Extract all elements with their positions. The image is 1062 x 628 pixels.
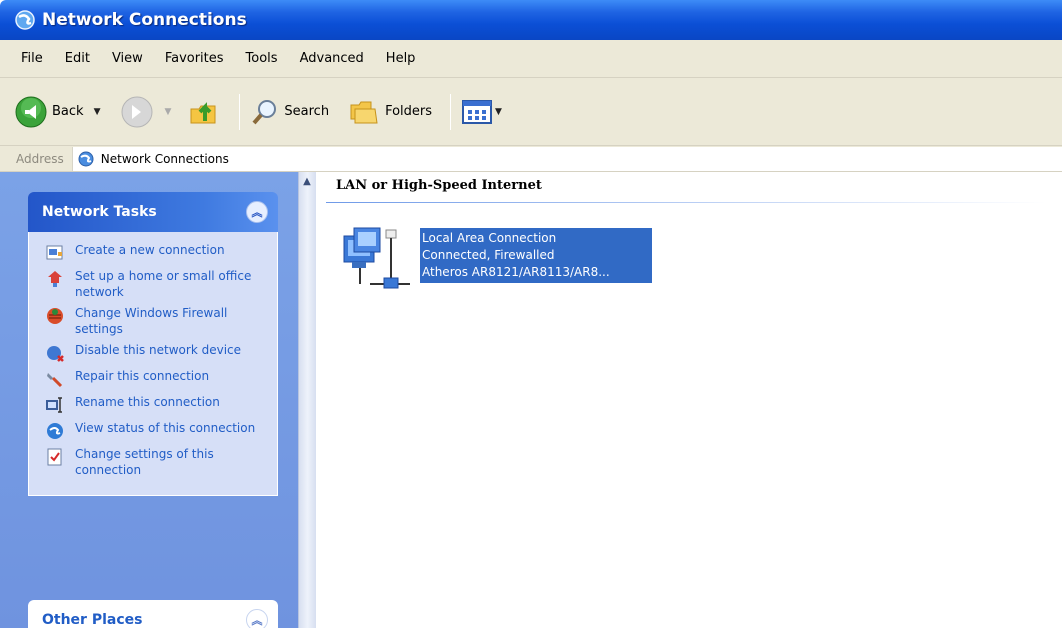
task-rename-connection[interactable]: Rename this connection [45,394,269,415]
search-button[interactable]: Search [250,92,329,132]
settings-icon [47,448,62,466]
repair-icon [47,373,63,388]
task-pane: Network Tasks ︽ Create a new connection … [0,172,298,628]
forward-dropdown-icon[interactable]: ▼ [164,107,171,117]
task-label: Change settings of this connection [75,447,214,477]
task-label: Change Windows Firewall settings [75,306,228,336]
title-bar: Network Connections [0,0,1062,40]
task-pane-scrollbar[interactable]: ▲ [298,172,316,628]
network-connections-icon [78,151,94,166]
menu-edit[interactable]: Edit [54,44,101,74]
back-button[interactable]: Back ▼ [14,92,100,132]
task-change-settings[interactable]: Change settings of this connection [45,446,269,478]
scroll-up-arrow-icon[interactable]: ▲ [299,172,315,190]
menu-advanced[interactable]: Advanced [289,44,375,74]
network-tasks-title: Network Tasks [42,204,157,220]
menu-favorites[interactable]: Favorites [154,44,235,74]
group-header: LAN or High-Speed Internet [336,178,542,193]
network-tasks-header[interactable]: Network Tasks ︽ [28,192,278,232]
toolbar-separator [239,93,241,130]
network-tasks-list: Create a new connection Set up a home or… [28,232,278,496]
address-field[interactable]: Network Connections [71,146,1062,171]
status-icon [47,423,63,439]
views-button[interactable]: ▼ [461,92,502,132]
task-firewall-settings[interactable]: Change Windows Firewall settings [45,305,269,337]
task-label: Rename this connection [75,395,220,409]
disable-device-icon [47,346,64,362]
forward-button[interactable]: ▼ [120,92,171,132]
task-label: Set up a home or small office network [75,269,252,299]
content-area: LAN or High-Speed Internet Local Area Co… [316,172,1062,628]
other-places-title: Other Places [42,612,143,628]
lan-connection-icon[interactable] [340,222,412,296]
window-title: Network Connections [42,10,247,30]
toolbar-separator [450,93,452,130]
forward-arrow-icon [121,96,153,127]
menu-bar: File Edit View Favorites Tools Advanced … [0,40,1062,78]
network-connections-icon [15,10,35,30]
folders-button[interactable]: Folders [347,92,432,132]
views-icon [462,99,493,124]
back-arrow-icon [15,96,47,127]
connection-status: Connected, Firewalled [422,248,555,262]
task-home-network[interactable]: Set up a home or small office network [45,268,269,300]
connection-device: Atheros AR8121/AR8113/AR8... [422,265,610,279]
up-folder-icon [190,101,216,123]
menu-view[interactable]: View [101,44,154,74]
group-divider [326,202,1046,203]
network-tasks-panel: Network Tasks ︽ Create a new connection … [28,192,278,496]
menu-help[interactable]: Help [375,44,427,74]
task-label: Repair this connection [75,369,210,383]
new-connection-icon [46,245,63,260]
menu-tools[interactable]: Tools [235,44,289,74]
local-area-connection-item[interactable]: Local Area Connection Connected, Firewal… [420,228,652,283]
toolbar: Back ▼ ▼ Search Folders ▼ [0,78,1062,146]
firewall-icon [47,308,63,324]
folders-icon [350,101,378,123]
task-view-status[interactable]: View status of this connection [45,420,269,441]
back-dropdown-icon[interactable]: ▼ [94,107,101,117]
task-label: Disable this network device [75,343,242,357]
other-places-panel: Other Places ︽ [28,600,278,628]
back-label: Back [52,104,84,119]
task-disable-device[interactable]: Disable this network device [45,342,269,363]
up-folder-button[interactable] [187,92,221,132]
home-network-icon [48,271,62,287]
connection-name: Local Area Connection [422,231,557,245]
menu-file[interactable]: File [10,44,54,74]
collapse-chevron-icon[interactable]: ︽ [246,609,268,628]
collapse-chevron-icon[interactable]: ︽ [246,201,268,223]
address-value: Network Connections [100,151,229,166]
address-label: Address [16,151,64,166]
search-icon [252,99,277,124]
task-create-connection[interactable]: Create a new connection [45,242,269,263]
folders-label: Folders [385,104,433,119]
views-dropdown-icon[interactable]: ▼ [495,107,502,117]
address-bar: Address Network Connections [0,146,1062,172]
task-repair-connection[interactable]: Repair this connection [45,368,269,389]
search-label: Search [284,104,330,119]
rename-icon [46,397,62,413]
task-label: View status of this connection [75,421,256,435]
other-places-header[interactable]: Other Places ︽ [28,600,278,628]
task-label: Create a new connection [75,243,225,257]
